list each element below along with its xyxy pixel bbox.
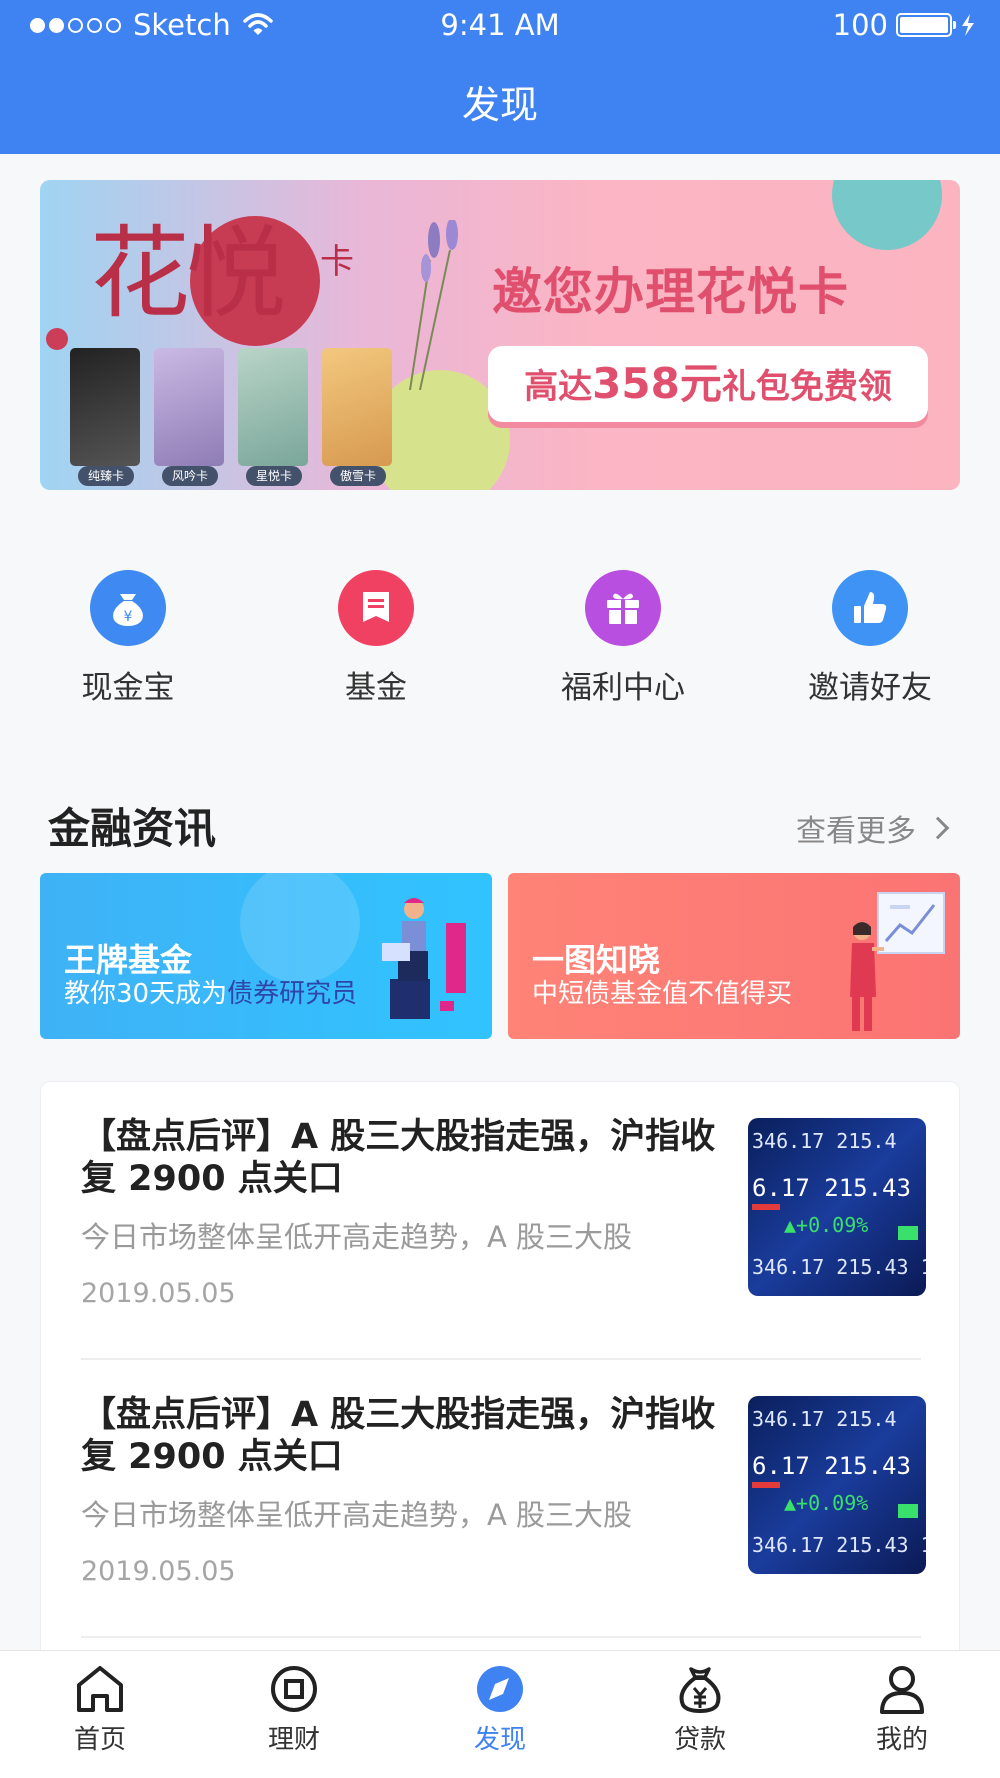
banner-offer-pill: 高达358元礼包免费领 xyxy=(488,346,928,422)
tab-label: 首页 xyxy=(73,1725,126,1755)
promo-banner[interactable]: 花悦 卡 纯臻卡 风吟卡 星悦卡 傲雪卡 邀您办理花悦卡 高达358元礼包免费领 xyxy=(40,180,960,490)
card-thumbnail: 星悦卡 xyxy=(238,348,308,486)
card-thumbnail: 纯臻卡 xyxy=(70,348,140,486)
offer-suffix: 礼包免费领 xyxy=(721,367,892,407)
tab-loan[interactable]: 贷款 xyxy=(640,1663,760,1756)
ticker-text: ▲+0.09% xyxy=(784,1491,868,1515)
card-label: 纯臻卡 xyxy=(78,466,134,486)
banner-headline: 邀您办理花悦卡 xyxy=(492,263,849,321)
ticker-text: ▲+0.09% xyxy=(784,1213,868,1237)
article-summary: 今日市场整体呈低开高走趋势，A 股三大股 xyxy=(81,1498,633,1532)
ticker-text: 346.17 215.4 xyxy=(752,1129,897,1153)
user-icon xyxy=(880,1666,924,1714)
ticker-text: 346.17 215.43 117.22 xyxy=(752,1533,926,1557)
thumbs-up-icon xyxy=(832,570,908,646)
status-bar: Sketch 9:41 AM 100 xyxy=(0,0,1000,50)
article-date: 2019.05.05 xyxy=(81,1278,236,1309)
banner-logo: 花悦 xyxy=(90,215,286,332)
shortcut-fund[interactable]: 基金 xyxy=(276,570,476,707)
analyst-illustration xyxy=(382,898,466,1019)
feature-subtitle: 教你30天成为债券研究员 xyxy=(64,973,357,1010)
gift-icon xyxy=(585,570,661,646)
tab-discover[interactable]: 发现 xyxy=(440,1663,560,1756)
chevron-right-icon xyxy=(926,816,950,840)
shortcut-welfare[interactable]: 福利中心 xyxy=(523,570,723,707)
feature-subtitle-highlight: 债券研究员 xyxy=(227,979,358,1009)
battery-level: 100 xyxy=(832,8,888,42)
wealth-icon xyxy=(271,1666,317,1712)
shortcut-grid: ¥ 现金宝 基金 福利中心 邀请好友 xyxy=(0,570,1000,706)
ticker-text: 6.17 215.43 117 xyxy=(752,1174,926,1202)
tab-label: 理财 xyxy=(267,1725,320,1755)
shortcut-invite[interactable]: 邀请好友 xyxy=(770,570,970,707)
offer-amount: 358元 xyxy=(592,359,722,408)
tab-mine[interactable]: 我的 xyxy=(842,1663,962,1756)
card-label: 傲雪卡 xyxy=(330,466,386,486)
offer-prefix: 高达 xyxy=(524,367,593,407)
shortcut-label: 邀请好友 xyxy=(808,670,932,706)
list-divider xyxy=(81,1636,921,1638)
feature-subtitle-text: 教你30天成为 xyxy=(64,979,228,1009)
stock-ticker-thumbnail: 346.17 215.4 6.17 215.43 117 ▲+0.09% 346… xyxy=(748,1396,926,1574)
article-summary: 今日市场整体呈低开高走趋势，A 股三大股 xyxy=(81,1220,633,1254)
svg-text:¥: ¥ xyxy=(124,609,133,625)
article-date: 2019.05.05 xyxy=(81,1556,236,1587)
card-label: 星悦卡 xyxy=(246,466,302,486)
bottom-tab-bar: 首页 理财 发现 贷款 我的 xyxy=(0,1650,1000,1778)
status-right: 100 xyxy=(833,8,976,42)
tab-label: 发现 xyxy=(473,1725,526,1755)
decor-bubble xyxy=(240,873,360,983)
shortcut-cash[interactable]: ¥ 现金宝 xyxy=(28,570,228,707)
ticker-text: 346.17 215.4 xyxy=(752,1407,897,1431)
card-thumbnail: 傲雪卡 xyxy=(322,348,392,486)
feature-card-infographic[interactable]: 一图知晓 中短债基金值不值得买 xyxy=(508,873,960,1039)
battery-icon xyxy=(896,13,956,37)
charging-icon xyxy=(962,14,974,36)
banner-logo-suffix: 卡 xyxy=(320,242,354,282)
compass-icon xyxy=(477,1666,523,1712)
feature-subtitle: 中短债基金值不值得买 xyxy=(532,979,793,1009)
lavender-illustration xyxy=(409,220,458,390)
home-icon xyxy=(77,1666,123,1712)
shortcut-label: 现金宝 xyxy=(81,670,175,706)
section-title: 金融资讯 xyxy=(48,804,217,853)
view-more-link[interactable]: 查看更多 xyxy=(796,806,950,850)
ticker-text: 346.17 215.43 117.22 xyxy=(752,1255,926,1279)
shortcut-label: 福利中心 xyxy=(561,670,685,706)
article-title: 【盘点后评】A 股三大股指走强，沪指收复 2900 点关口 xyxy=(81,1395,716,1477)
money-bag-icon: ¥ xyxy=(90,570,166,646)
article-item[interactable]: 【盘点后评】A 股三大股指走强，沪指收复 2900 点关口 今日市场整体呈低开高… xyxy=(41,1360,961,1638)
card-thumbnail: 风吟卡 xyxy=(154,348,224,486)
discover-page: Sketch 9:41 AM 100 发现 花悦 卡 纯臻卡 风吟卡 星悦卡 傲… xyxy=(0,0,1000,1778)
loan-bag-icon xyxy=(679,1667,721,1714)
shortcut-label: 基金 xyxy=(345,670,407,706)
presenter-illustration xyxy=(850,892,945,1031)
view-more-label: 查看更多 xyxy=(796,814,916,849)
decor-dot xyxy=(46,328,68,350)
fund-doc-icon xyxy=(338,570,414,646)
header: Sketch 9:41 AM 100 发现 xyxy=(0,0,1000,154)
tab-label: 我的 xyxy=(875,1725,928,1755)
article-item[interactable]: 【盘点后评】A 股三大股指走强，沪指收复 2900 点关口 今日市场整体呈低开高… xyxy=(41,1082,961,1360)
tab-label: 贷款 xyxy=(673,1725,726,1755)
card-label: 风吟卡 xyxy=(162,466,218,486)
ticker-text: 6.17 215.43 117 xyxy=(752,1452,926,1480)
decor-plate xyxy=(832,180,942,250)
tab-wealth[interactable]: 理财 xyxy=(234,1663,354,1756)
article-title: 【盘点后评】A 股三大股指走强，沪指收复 2900 点关口 xyxy=(81,1117,716,1199)
tab-home[interactable]: 首页 xyxy=(40,1663,160,1756)
stock-ticker-thumbnail: 346.17 215.4 6.17 215.43 117 ▲+0.09% 346… xyxy=(748,1118,926,1296)
page-title: 发现 xyxy=(461,83,538,127)
card-lineup: 纯臻卡 风吟卡 星悦卡 傲雪卡 xyxy=(70,348,392,486)
feature-card-fund[interactable]: 王牌基金 教你30天成为债券研究员 xyxy=(40,873,492,1039)
